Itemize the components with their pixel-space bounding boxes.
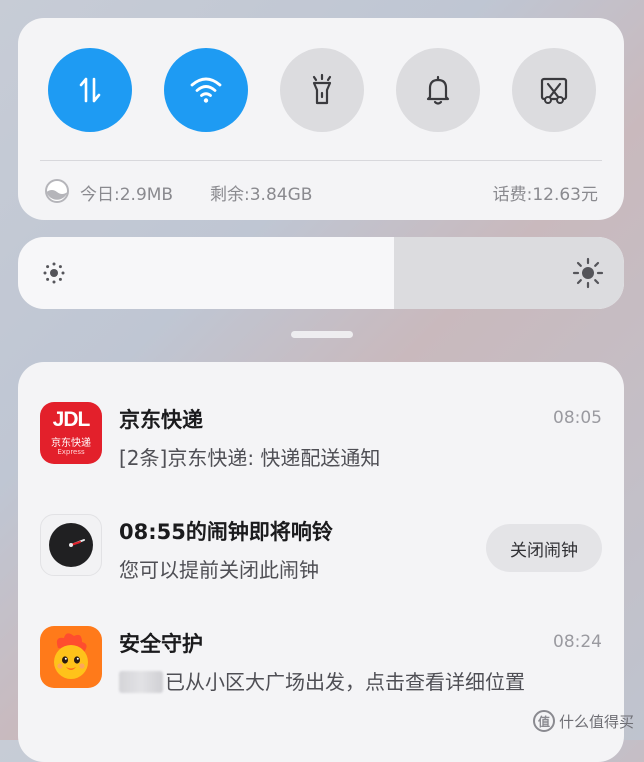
bell-icon bbox=[426, 75, 450, 105]
brightness-low-icon bbox=[43, 262, 65, 284]
quick-settings-panel: 今日:2.9MB 剩余:3.84GB 话费:12.63元 bbox=[18, 18, 624, 220]
mobile-data-toggle[interactable] bbox=[48, 48, 132, 132]
watermark: 值 什么值得买 bbox=[532, 710, 634, 732]
notification-body: 已从小区大广场出发，点击查看详细位置 bbox=[119, 666, 525, 695]
usage-balance[interactable]: 话费:12.63元 bbox=[493, 180, 598, 205]
redacted-name bbox=[119, 671, 163, 693]
wifi-icon bbox=[190, 77, 222, 103]
notification-jd-express[interactable]: JDL 京东快递 Express 京东快递 [2条]京东快递: 快递配送通知 0… bbox=[18, 402, 624, 514]
jd-express-icon: JDL 京东快递 Express bbox=[40, 402, 102, 464]
brightness-track[interactable] bbox=[18, 237, 624, 309]
notification-body: [2条]京东快递: 快递配送通知 bbox=[119, 446, 381, 470]
flashlight-toggle[interactable] bbox=[280, 48, 364, 132]
alarm-clock-icon bbox=[40, 514, 102, 576]
notification-title: 京东快递 bbox=[119, 408, 203, 432]
usage-remaining: 剩余:3.84GB bbox=[210, 185, 313, 205]
usage-divider bbox=[40, 160, 602, 161]
notification-panel: JDL 京东快递 Express 京东快递 [2条]京东快递: 快递配送通知 0… bbox=[18, 362, 624, 762]
notification-title: 安全守护 bbox=[119, 632, 203, 656]
brightness-slider[interactable] bbox=[18, 237, 624, 309]
notification-time: 08:24 bbox=[553, 632, 602, 652]
notification-time: 08:05 bbox=[553, 408, 602, 428]
watermark-icon: 值 bbox=[532, 710, 555, 732]
safety-guard-icon bbox=[40, 626, 102, 688]
flashlight-icon bbox=[312, 73, 332, 105]
wifi-toggle[interactable] bbox=[164, 48, 248, 132]
brightness-fill bbox=[18, 237, 394, 309]
usage-today: 今日:2.9MB bbox=[80, 185, 174, 205]
notification-title: 08:55的闹钟即将响铃 bbox=[119, 520, 333, 544]
notification-body: 您可以提前关闭此闹钟 bbox=[119, 558, 319, 582]
data-transfer-icon bbox=[79, 77, 101, 103]
dismiss-alarm-button[interactable]: 关闭闹钟 bbox=[486, 524, 602, 572]
data-usage-row: 今日:2.9MB 剩余:3.84GB 话费:12.63元 bbox=[44, 174, 598, 208]
brightness-high-icon bbox=[572, 257, 604, 289]
notification-alarm[interactable]: 08:55的闹钟即将响铃 您可以提前关闭此闹钟 关闭闹钟 bbox=[18, 514, 624, 626]
scissors-screenshot-icon bbox=[540, 77, 568, 104]
screenshot-toggle[interactable] bbox=[512, 48, 596, 132]
watermark-text: 什么值得买 bbox=[558, 712, 634, 731]
quick-toggles bbox=[48, 48, 596, 132]
data-usage-icon bbox=[45, 179, 69, 203]
drag-handle[interactable] bbox=[291, 331, 353, 338]
sound-toggle[interactable] bbox=[396, 48, 480, 132]
